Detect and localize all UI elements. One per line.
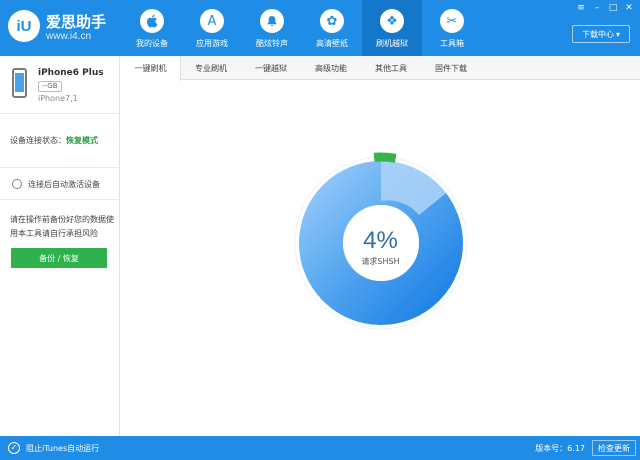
device-name: iPhone6 Plus: [38, 68, 104, 78]
check-icon[interactable]: ✓: [8, 442, 20, 454]
tools-icon: ✂: [440, 9, 464, 33]
progress-percent: 4%: [363, 227, 398, 254]
nav-wallpapers[interactable]: ✿ 高清壁纸: [302, 0, 362, 56]
nav-my-device[interactable]: 我的设备: [122, 0, 182, 56]
connection-status: 设备连接状态：恢复模式: [0, 114, 120, 168]
dropbox-icon: ❖: [380, 9, 404, 33]
logo: iU 爱思助手 www.i4.cn: [8, 8, 118, 48]
version-text: 版本号：6.17: [535, 444, 585, 453]
progress-label: 请求SHSH: [361, 257, 400, 266]
tab-advanced[interactable]: 高级功能: [301, 56, 361, 80]
maximize-icon[interactable]: □: [608, 3, 618, 13]
device-card: iPhone6 Plus --GB iPhone7,1: [0, 56, 120, 114]
auto-activate-option[interactable]: 连接后自动激活设备: [0, 168, 120, 200]
sub-tabs: 一键刷机 专业刷机 一键越狱 高级功能 其他工具 固件下载: [121, 56, 640, 81]
minimize-icon[interactable]: –: [592, 3, 602, 13]
tab-firmware-download[interactable]: 固件下载: [421, 56, 481, 80]
connection-status-text: 设备连接状态：恢复模式: [10, 135, 98, 146]
device-capacity-badge: --GB: [38, 81, 62, 92]
nav-label: 应用游戏: [196, 39, 228, 48]
nav-label: 工具箱: [440, 39, 464, 48]
backup-restore-button[interactable]: 备份 / 恢复: [11, 248, 107, 268]
download-center-label: 下载中心: [581, 29, 614, 39]
main-nav: 我的设备 A 应用游戏 酷炫铃声 ✿ 高清壁纸 ❖ 刷机越狱 ✂ 工具箱: [122, 0, 482, 56]
nav-apps[interactable]: A 应用游戏: [182, 0, 242, 56]
block-itunes-option[interactable]: ✓ 阻止iTunes自动运行: [8, 442, 99, 454]
app-url: www.i4.cn: [46, 31, 92, 42]
sidebar: iPhone6 Plus --GB iPhone7,1 设备连接状态：恢复模式 …: [0, 56, 120, 436]
close-icon[interactable]: ✕: [624, 3, 634, 13]
chevron-down-icon: ▾: [615, 29, 620, 39]
title-bar: iU 爱思助手 www.i4.cn 我的设备 A 应用游戏 酷炫铃声 ✿ 高清壁…: [0, 0, 640, 56]
nav-flash-jailbreak[interactable]: ❖ 刷机越狱: [362, 0, 422, 56]
tab-one-click-flash[interactable]: 一键刷机: [121, 56, 181, 81]
app-store-icon: A: [200, 9, 224, 33]
apple-icon: [140, 9, 164, 33]
window-controls: ≡ – □ ✕: [576, 3, 634, 13]
device-model: iPhone7,1: [38, 94, 78, 103]
tab-other-tools[interactable]: 其他工具: [361, 56, 421, 80]
bell-icon: [260, 9, 284, 33]
auto-activate-label: 连接后自动激活设备: [28, 180, 100, 189]
tab-pro-flash[interactable]: 专业刷机: [181, 56, 241, 80]
auto-activate-radio[interactable]: [12, 179, 22, 189]
nav-ringtones[interactable]: 酷炫铃声: [242, 0, 302, 56]
nav-toolbox[interactable]: ✂ 工具箱: [422, 0, 482, 56]
status-bar: ✓ 阻止iTunes自动运行 版本号：6.17 检查更新: [0, 436, 640, 460]
logo-mark-icon: iU: [8, 10, 40, 42]
menu-icon[interactable]: ≡: [576, 3, 586, 13]
app-name: 爱思助手: [46, 13, 107, 31]
connection-value: 恢复模式: [66, 136, 98, 145]
flower-icon: ✿: [320, 9, 344, 33]
block-itunes-label: 阻止iTunes自动运行: [26, 443, 100, 453]
nav-label: 酷炫铃声: [256, 39, 288, 48]
tab-one-click-jailbreak[interactable]: 一键越狱: [241, 56, 301, 80]
main-panel: 4% 请求SHSH: [121, 81, 640, 436]
nav-label: 我的设备: [136, 39, 168, 48]
phone-icon: [12, 68, 27, 98]
nav-label: 高清壁纸: [316, 39, 348, 48]
check-update-button[interactable]: 检查更新: [592, 440, 636, 456]
backup-warning-text: 请在操作前备份好您的数据使用本工具请自行承担风险: [10, 215, 114, 238]
nav-label: 刷机越狱: [376, 39, 408, 48]
connection-label: 设备连接状态：: [10, 136, 66, 145]
progress-arc: [373, 152, 397, 163]
download-center-button[interactable]: 下载中心 ▾: [572, 25, 630, 43]
